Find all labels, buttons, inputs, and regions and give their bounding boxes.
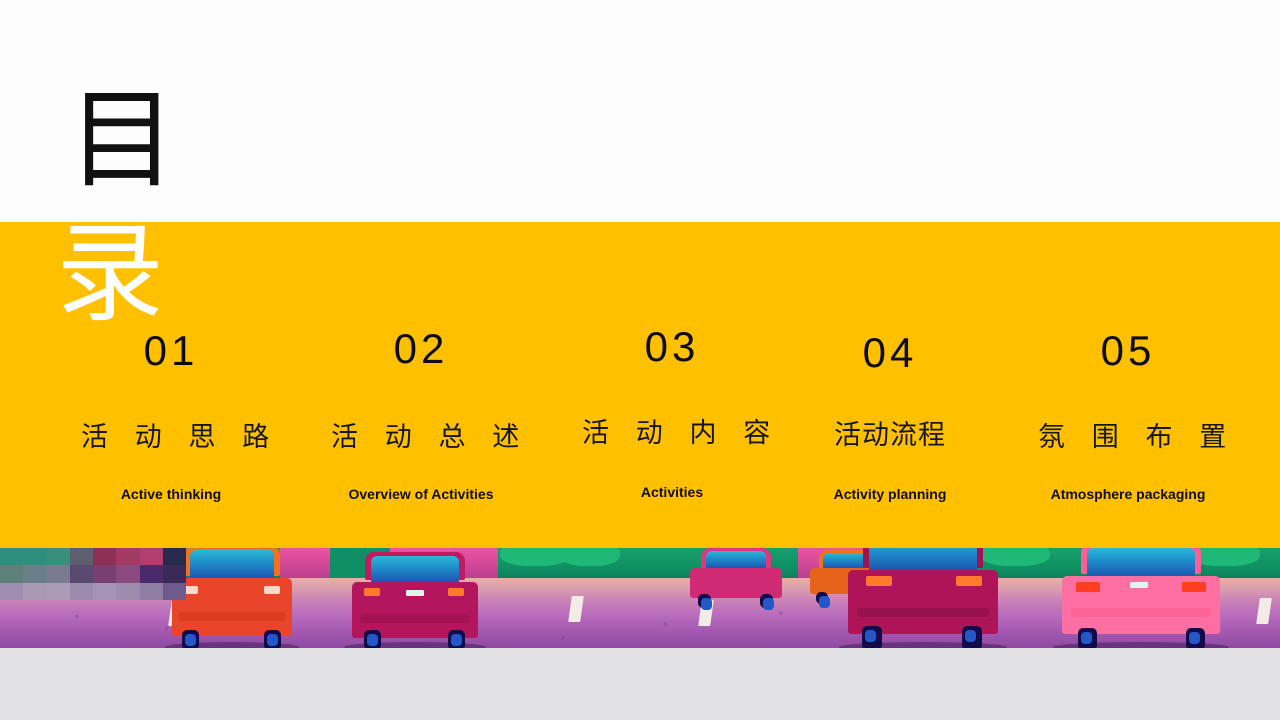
car-wheel-right xyxy=(962,626,982,648)
mosaic-tile xyxy=(93,548,117,566)
mosaic-tile xyxy=(116,548,140,566)
mosaic-tile xyxy=(0,565,24,583)
toc-title-cn-04: 活动流程 xyxy=(834,420,946,450)
mosaic-tile xyxy=(139,548,163,566)
car-taillight-right xyxy=(448,588,464,596)
car-wheel-left xyxy=(182,630,199,648)
toc-item-03[interactable]: 03 活 动 内 容 Activities xyxy=(572,323,781,500)
car-rear-window xyxy=(869,548,977,572)
page-background-below-slide xyxy=(0,648,1280,720)
mosaic-tile xyxy=(69,565,93,583)
toc-title-cn-02: 活 动 总 述 xyxy=(331,422,530,452)
slide-viewer: 目 录 01 活 动 思 路 Active thinking 02 活 动 总 … xyxy=(0,0,1280,720)
car-wheel-right xyxy=(1186,628,1205,648)
car-red-van xyxy=(164,548,300,648)
slide-top-white-area xyxy=(0,0,1280,222)
mosaic-tile xyxy=(23,565,47,583)
car-wheel-left xyxy=(1078,628,1097,648)
toc-title-cn-01: 活 动 思 路 xyxy=(81,422,280,452)
mosaic-tile xyxy=(93,582,117,600)
car-license-plate xyxy=(1130,582,1148,588)
mosaic-tile xyxy=(139,582,163,600)
toc-title-en-01: Active thinking xyxy=(120,486,222,502)
car-wheel-right xyxy=(760,594,774,610)
page-title-char-top: 目 xyxy=(68,82,177,201)
car-rear-window xyxy=(1087,548,1195,578)
mosaic-tile xyxy=(46,548,70,566)
car-bumper xyxy=(179,612,285,621)
car-wheel-right xyxy=(448,630,465,648)
pixelated-censor-block xyxy=(0,548,186,600)
mosaic-tile xyxy=(162,548,186,566)
car-wheel-left xyxy=(862,626,882,648)
toc-number-01: 01 xyxy=(143,327,199,374)
toc-item-04[interactable]: 04 活动流程 Activity planning xyxy=(790,329,990,502)
car-wheel-right xyxy=(264,630,281,648)
mosaic-tile xyxy=(93,565,117,583)
car-rear-window xyxy=(190,550,274,580)
mosaic-tile xyxy=(69,582,93,600)
car-bumper xyxy=(1071,608,1211,617)
car-taillight-right xyxy=(264,586,280,594)
mosaic-tile xyxy=(0,548,24,566)
toc-title-cn-03: 活 动 内 容 xyxy=(582,418,781,448)
car-wheel-left xyxy=(698,594,712,610)
car-maroon-suv xyxy=(839,548,1007,648)
mosaic-tile xyxy=(162,565,186,583)
toc-number-03: 03 xyxy=(644,323,700,370)
mosaic-tile xyxy=(23,548,47,566)
car-taillight-left xyxy=(866,576,892,586)
tree-blob-2 xyxy=(560,548,620,566)
toc-number-05: 05 xyxy=(1100,327,1156,374)
mosaic-tile xyxy=(46,582,70,600)
mosaic-tile xyxy=(46,565,70,583)
mosaic-tile xyxy=(116,582,140,600)
car-pink-far xyxy=(690,548,782,610)
car-taillight-left xyxy=(364,588,380,596)
mosaic-tile xyxy=(23,582,47,600)
toc-title-en-03: Activities xyxy=(640,484,704,500)
car-bumper xyxy=(359,614,471,623)
mosaic-tile xyxy=(139,565,163,583)
car-pink-sedan xyxy=(1052,548,1230,648)
mosaic-tile xyxy=(116,565,140,583)
car-wheel-left xyxy=(364,630,381,648)
car-bumper xyxy=(857,608,989,617)
page-title-char-bottom: 录 xyxy=(56,216,165,335)
car-magenta-sedan xyxy=(344,552,486,648)
mosaic-tile xyxy=(162,582,186,600)
mosaic-tile xyxy=(69,548,93,566)
cars-on-road-illustration xyxy=(0,548,1280,648)
toc-number-04: 04 xyxy=(862,329,918,376)
car-taillight-right xyxy=(1182,582,1206,592)
car-rear-window xyxy=(706,551,766,569)
mosaic-tile xyxy=(0,582,24,600)
presentation-slide: 目 录 01 活 动 思 路 Active thinking 02 活 动 总 … xyxy=(0,0,1280,648)
car-taillight-right xyxy=(956,576,982,586)
toc-item-01[interactable]: 01 活 动 思 路 Active thinking xyxy=(71,327,280,502)
toc-title-en-05: Atmosphere packaging xyxy=(1050,486,1206,502)
toc-number-02: 02 xyxy=(393,325,449,372)
toc-item-02[interactable]: 02 活 动 总 述 Overview of Activities xyxy=(321,325,530,502)
car-taillight-left xyxy=(1076,582,1100,592)
toc-item-05[interactable]: 05 氛 围 布 置 Atmosphere packaging xyxy=(1028,327,1237,502)
car-rear-window xyxy=(371,556,459,584)
toc-title-en-02: Overview of Activities xyxy=(348,486,494,502)
car-license-plate xyxy=(406,590,424,596)
toc-title-en-04: Activity planning xyxy=(833,486,947,502)
car-wheel-left xyxy=(816,592,830,608)
toc-title-cn-05: 氛 围 布 置 xyxy=(1038,422,1237,452)
